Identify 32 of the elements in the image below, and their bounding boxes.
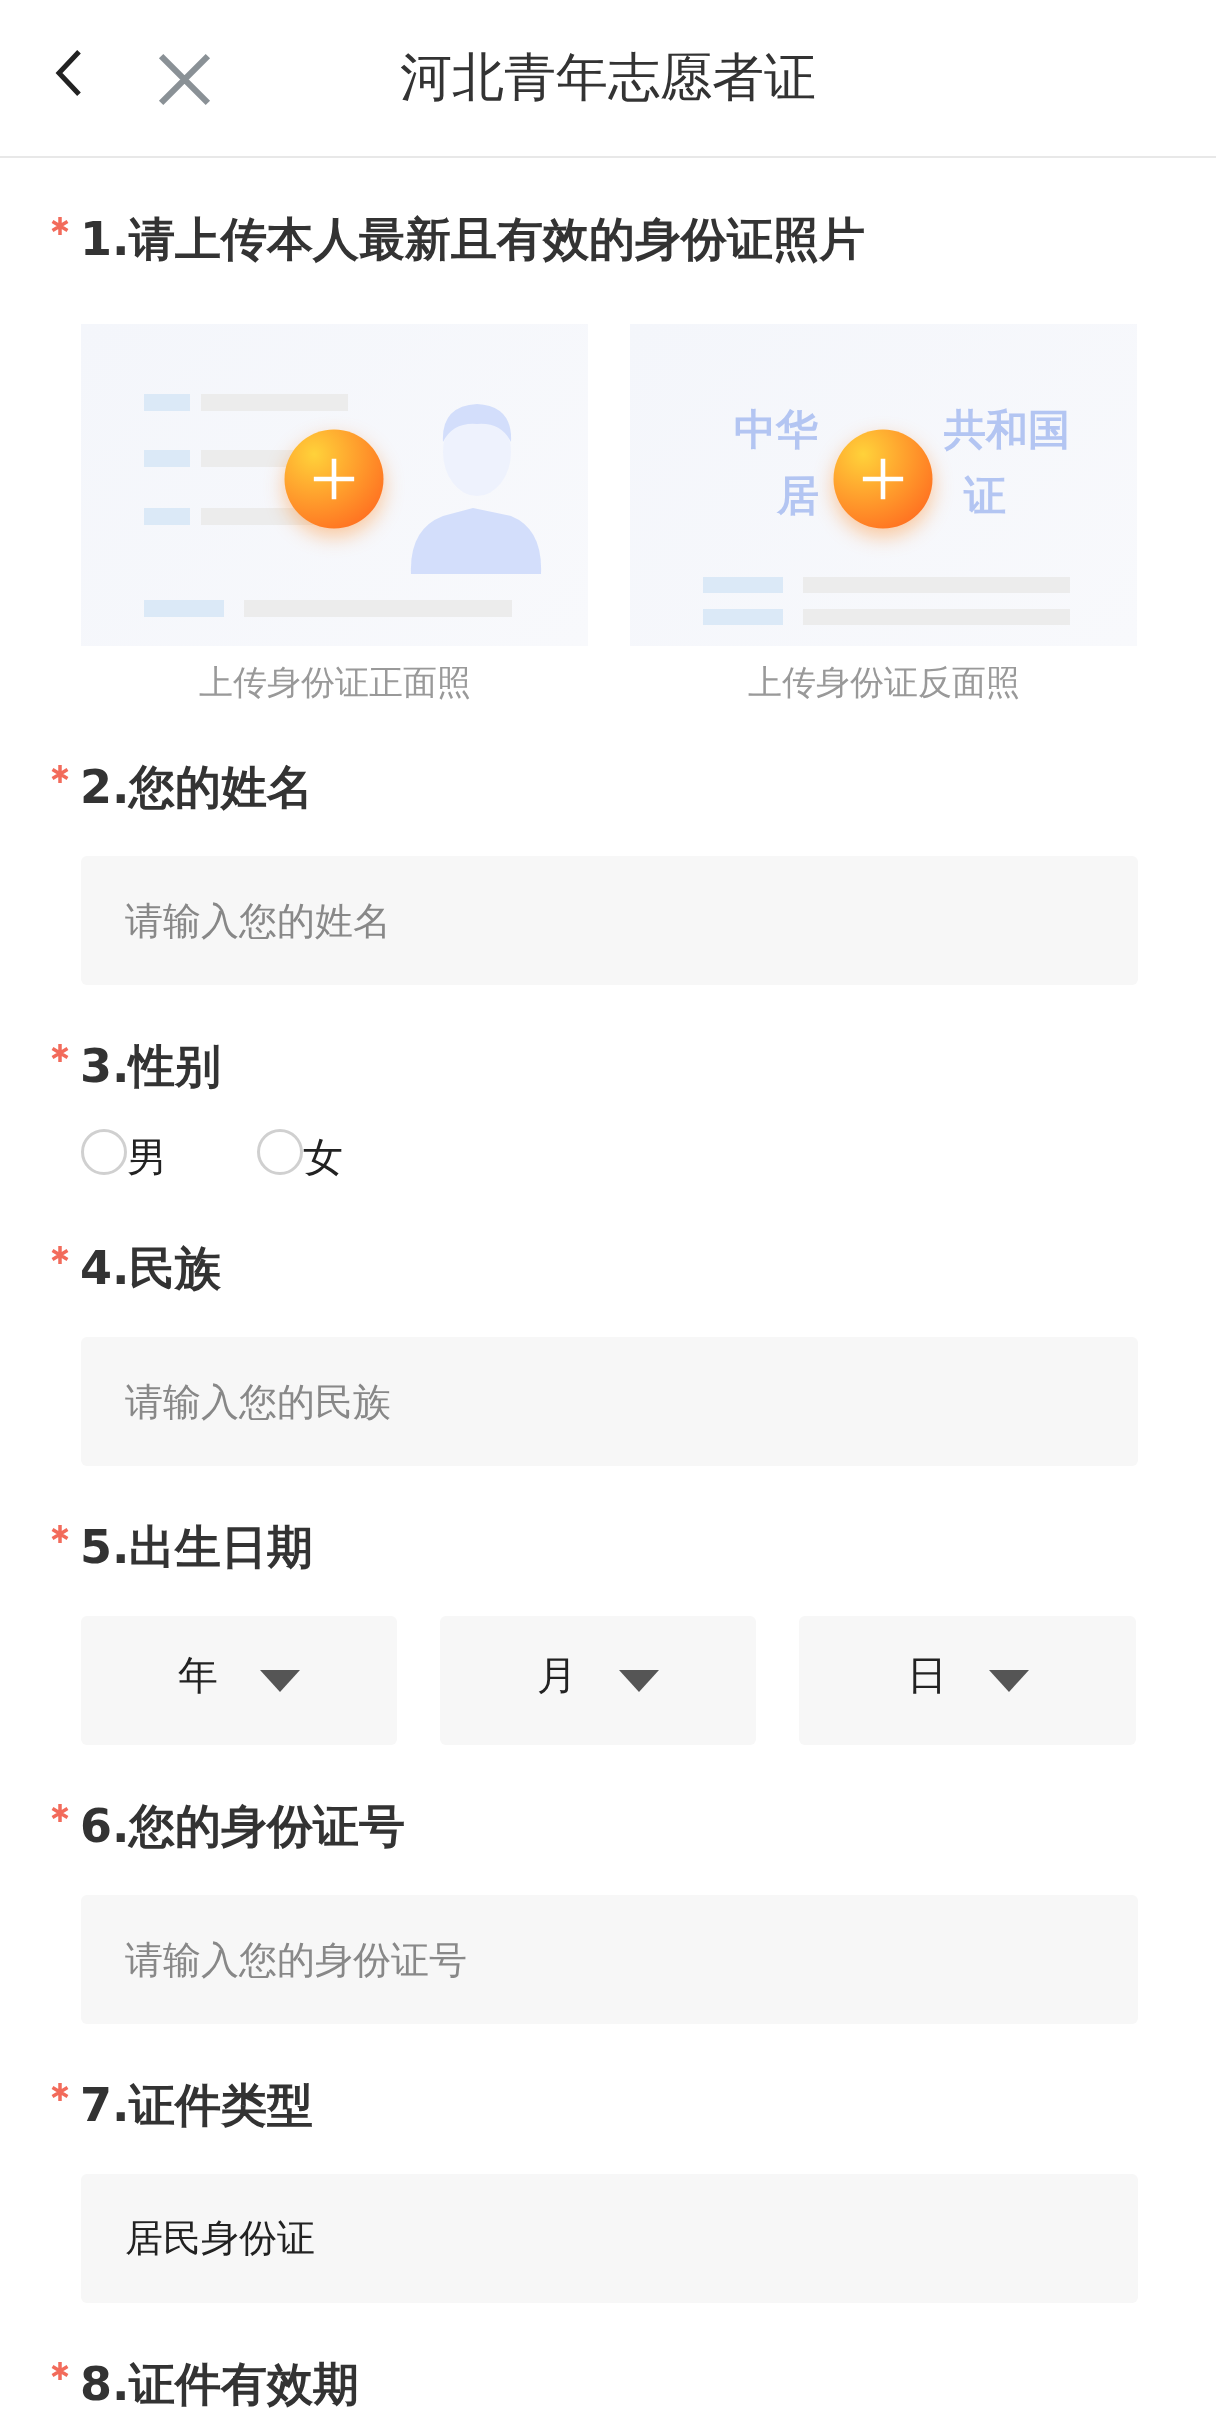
date-select[interactable]: 日 bbox=[799, 1616, 1136, 1745]
question-label: 4.民族 bbox=[80, 1240, 222, 1297]
date-select[interactable]: 年 bbox=[81, 1616, 397, 1745]
question-label: 8.证件有效期 bbox=[80, 2356, 360, 2413]
page-title: 河北青年志愿者证 bbox=[400, 46, 816, 109]
input-field[interactable]: 请输入您的身份证号 bbox=[81, 1895, 1138, 2024]
input-field[interactable]: 居民身份证 bbox=[81, 2174, 1138, 2303]
radio-button[interactable] bbox=[257, 1129, 303, 1175]
question-label: 2.您的姓名 bbox=[80, 759, 314, 816]
card-text: 共和国 bbox=[944, 404, 1070, 456]
back-icon[interactable] bbox=[54, 47, 84, 99]
input-field[interactable]: 请输入您的民族 bbox=[81, 1337, 1138, 1466]
radio-label: 男 bbox=[127, 1133, 167, 1182]
question-label: 6.您的身份证号 bbox=[80, 1798, 406, 1855]
close-icon[interactable] bbox=[157, 52, 212, 107]
input-field[interactable]: 请输入您的姓名 bbox=[81, 856, 1138, 985]
caret-icon bbox=[260, 1669, 300, 1692]
upload-caption: 上传身份证正面照 bbox=[198, 661, 471, 704]
upload-card[interactable] bbox=[81, 324, 588, 646]
question-label: 3.性别 bbox=[80, 1038, 222, 1095]
date-select[interactable]: 月 bbox=[440, 1616, 756, 1745]
caret-icon bbox=[619, 1669, 659, 1692]
upload-caption: 上传身份证反面照 bbox=[747, 661, 1020, 704]
radio-button[interactable] bbox=[81, 1129, 127, 1175]
card-text: 居 bbox=[777, 470, 819, 522]
card-text: 中华 bbox=[734, 404, 818, 456]
question-label: 5.出生日期 bbox=[80, 1519, 314, 1576]
caret-icon bbox=[988, 1669, 1029, 1692]
card-text: 证 bbox=[964, 470, 1006, 522]
question-label: 7.证件类型 bbox=[80, 2077, 314, 2134]
question-label: 1.请上传本人最新且有效的身份证照片 bbox=[80, 211, 866, 268]
radio-label: 女 bbox=[303, 1133, 343, 1182]
